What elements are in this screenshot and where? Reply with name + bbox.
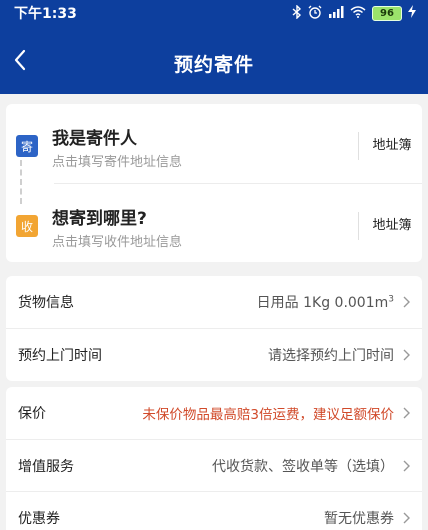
goods-info-label: 货物信息 [18, 295, 74, 311]
status-bar: 下午1:33 96 [0, 0, 428, 26]
sender-address-row[interactable]: 寄 我是寄件人 点击填写寄件地址信息 地址簿 [6, 104, 422, 182]
coupon-value: 暂无优惠券 [324, 510, 394, 527]
goods-info-value: 日用品 1Kg 0.001m3 [257, 292, 394, 312]
coupon-label: 优惠券 [18, 510, 60, 527]
receiver-title: 想寄到哪里? [52, 209, 147, 229]
value-added-service-label: 增值服务 [18, 458, 74, 475]
receiver-address-row[interactable]: 收 想寄到哪里? 点击填写收件地址信息 地址簿 [6, 184, 422, 262]
chevron-right-icon [403, 296, 410, 308]
insurance-value: 未保价物品最高赔3倍运费，建议足额保价 [142, 407, 394, 423]
title-bar: 预约寄件 [0, 36, 428, 90]
status-icons: 96 [292, 3, 416, 22]
coupon-row[interactable]: 优惠券 暂无优惠券 [6, 491, 422, 530]
wifi-icon [350, 5, 366, 21]
value-added-service-row[interactable]: 增值服务 代收货款、签收单等（选填） [6, 439, 422, 491]
divider [358, 212, 359, 240]
sender-tag: 寄 [16, 135, 38, 157]
sender-title: 我是寄件人 [52, 129, 137, 149]
address-connector-line [20, 160, 22, 204]
goods-volume-unit: 3 [388, 294, 394, 305]
sender-address-book-button[interactable]: 地址簿 [366, 134, 418, 153]
alarm-icon [308, 5, 322, 22]
receiver-hint: 点击填写收件地址信息 [52, 235, 183, 250]
status-time: 下午1:33 [14, 6, 77, 22]
bluetooth-icon [292, 3, 302, 22]
chevron-right-icon [403, 349, 410, 360]
app-header: 下午1:33 96 预约寄件 [0, 0, 428, 94]
page-title: 预约寄件 [173, 53, 254, 76]
sender-hint: 点击填写寄件地址信息 [52, 155, 183, 170]
goods-info-text: 日用品 1Kg 0.001m [256, 295, 389, 311]
chevron-right-icon [403, 460, 410, 471]
value-added-service-value: 代收货款、签收单等（选填） [212, 458, 394, 475]
pickup-time-row[interactable]: 预约上门时间 请选择预约上门时间 [6, 328, 422, 380]
charging-icon [408, 5, 416, 21]
pickup-time-label: 预约上门时间 [18, 347, 102, 364]
insurance-label: 保价 [18, 406, 46, 422]
battery-icon: 96 [372, 5, 402, 21]
goods-info-row[interactable]: 货物信息 日用品 1Kg 0.001m3 [6, 276, 422, 328]
pickup-time-value: 请选择预约上门时间 [268, 347, 394, 364]
receiver-address-book-button[interactable]: 地址簿 [366, 214, 418, 233]
divider [358, 132, 359, 160]
receiver-tag: 收 [16, 215, 38, 237]
chevron-right-icon [403, 512, 410, 523]
chevron-left-icon [13, 49, 27, 75]
signal-icon [328, 5, 344, 21]
service-card: 保价 未保价物品最高赔3倍运费，建议足额保价 增值服务 代收货款、签收单等（选填… [6, 387, 422, 530]
back-button[interactable] [2, 44, 38, 80]
address-card: 寄 我是寄件人 点击填写寄件地址信息 地址簿 收 想寄到哪里? 点击填写收件地址… [6, 104, 422, 262]
chevron-right-icon [403, 407, 410, 419]
insurance-row[interactable]: 保价 未保价物品最高赔3倍运费，建议足额保价 [6, 387, 422, 439]
goods-card: 货物信息 日用品 1Kg 0.001m3 预约上门时间 请选择预约上门时间 [6, 276, 422, 381]
